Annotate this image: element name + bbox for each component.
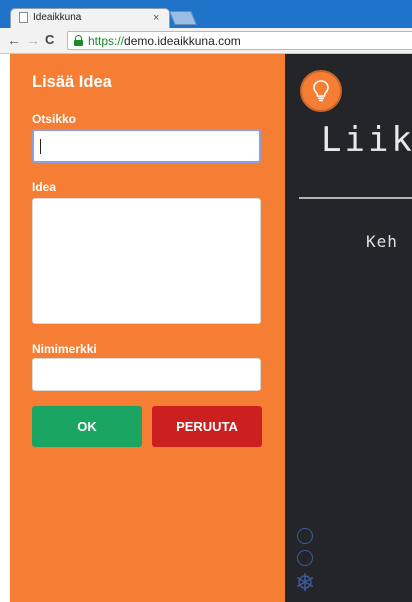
panel-title: Lisää Idea	[32, 73, 112, 91]
page-content: Lisää Idea Otsikko Idea Nimimerkki OK PE…	[0, 54, 412, 602]
cancel-button[interactable]: PERUUTA	[152, 406, 262, 447]
back-button[interactable]: ←	[7, 32, 21, 48]
lock-icon	[74, 35, 83, 46]
settings-icon[interactable]	[295, 572, 315, 592]
browser-tab[interactable]: Ideaikkuna ×	[10, 8, 170, 28]
add-idea-panel: Lisää Idea Otsikko Idea Nimimerkki OK PE…	[10, 54, 285, 602]
board-divider	[299, 197, 412, 199]
board-subtitle: Keh	[366, 232, 398, 251]
idea-bulb-button[interactable]	[300, 70, 342, 112]
lightbulb-icon	[313, 80, 329, 102]
reload-button[interactable]: C	[45, 32, 54, 48]
nav-dot-icon[interactable]	[297, 550, 313, 566]
new-tab-button[interactable]	[169, 11, 197, 25]
tab-close-icon[interactable]: ×	[153, 11, 159, 25]
title-input[interactable]	[32, 129, 261, 163]
board-title: Liik	[321, 120, 412, 160]
url-text: https://demo.ideaikkuna.com	[88, 34, 241, 48]
tab-strip: Ideaikkuna ×	[0, 0, 412, 28]
page-icon	[19, 12, 28, 23]
nickname-input[interactable]	[32, 358, 261, 391]
chalkboard-background: Liik Keh	[285, 54, 412, 602]
title-label: Otsikko	[32, 112, 77, 126]
ok-button[interactable]: OK	[32, 406, 142, 447]
nav-dot-icon[interactable]	[297, 528, 313, 544]
text-caret	[40, 139, 41, 154]
idea-textarea[interactable]	[32, 198, 261, 324]
nickname-label: Nimimerkki	[32, 342, 97, 356]
tab-title: Ideaikkuna	[33, 12, 82, 23]
forward-button[interactable]: →	[26, 32, 40, 48]
browser-toolbar: ← → C https://demo.ideaikkuna.com	[0, 28, 412, 54]
address-bar[interactable]: https://demo.ideaikkuna.com	[67, 31, 412, 50]
idea-label: Idea	[32, 180, 57, 194]
browser-window: Ideaikkuna × ← → C https://demo.ideaikku…	[0, 0, 412, 602]
